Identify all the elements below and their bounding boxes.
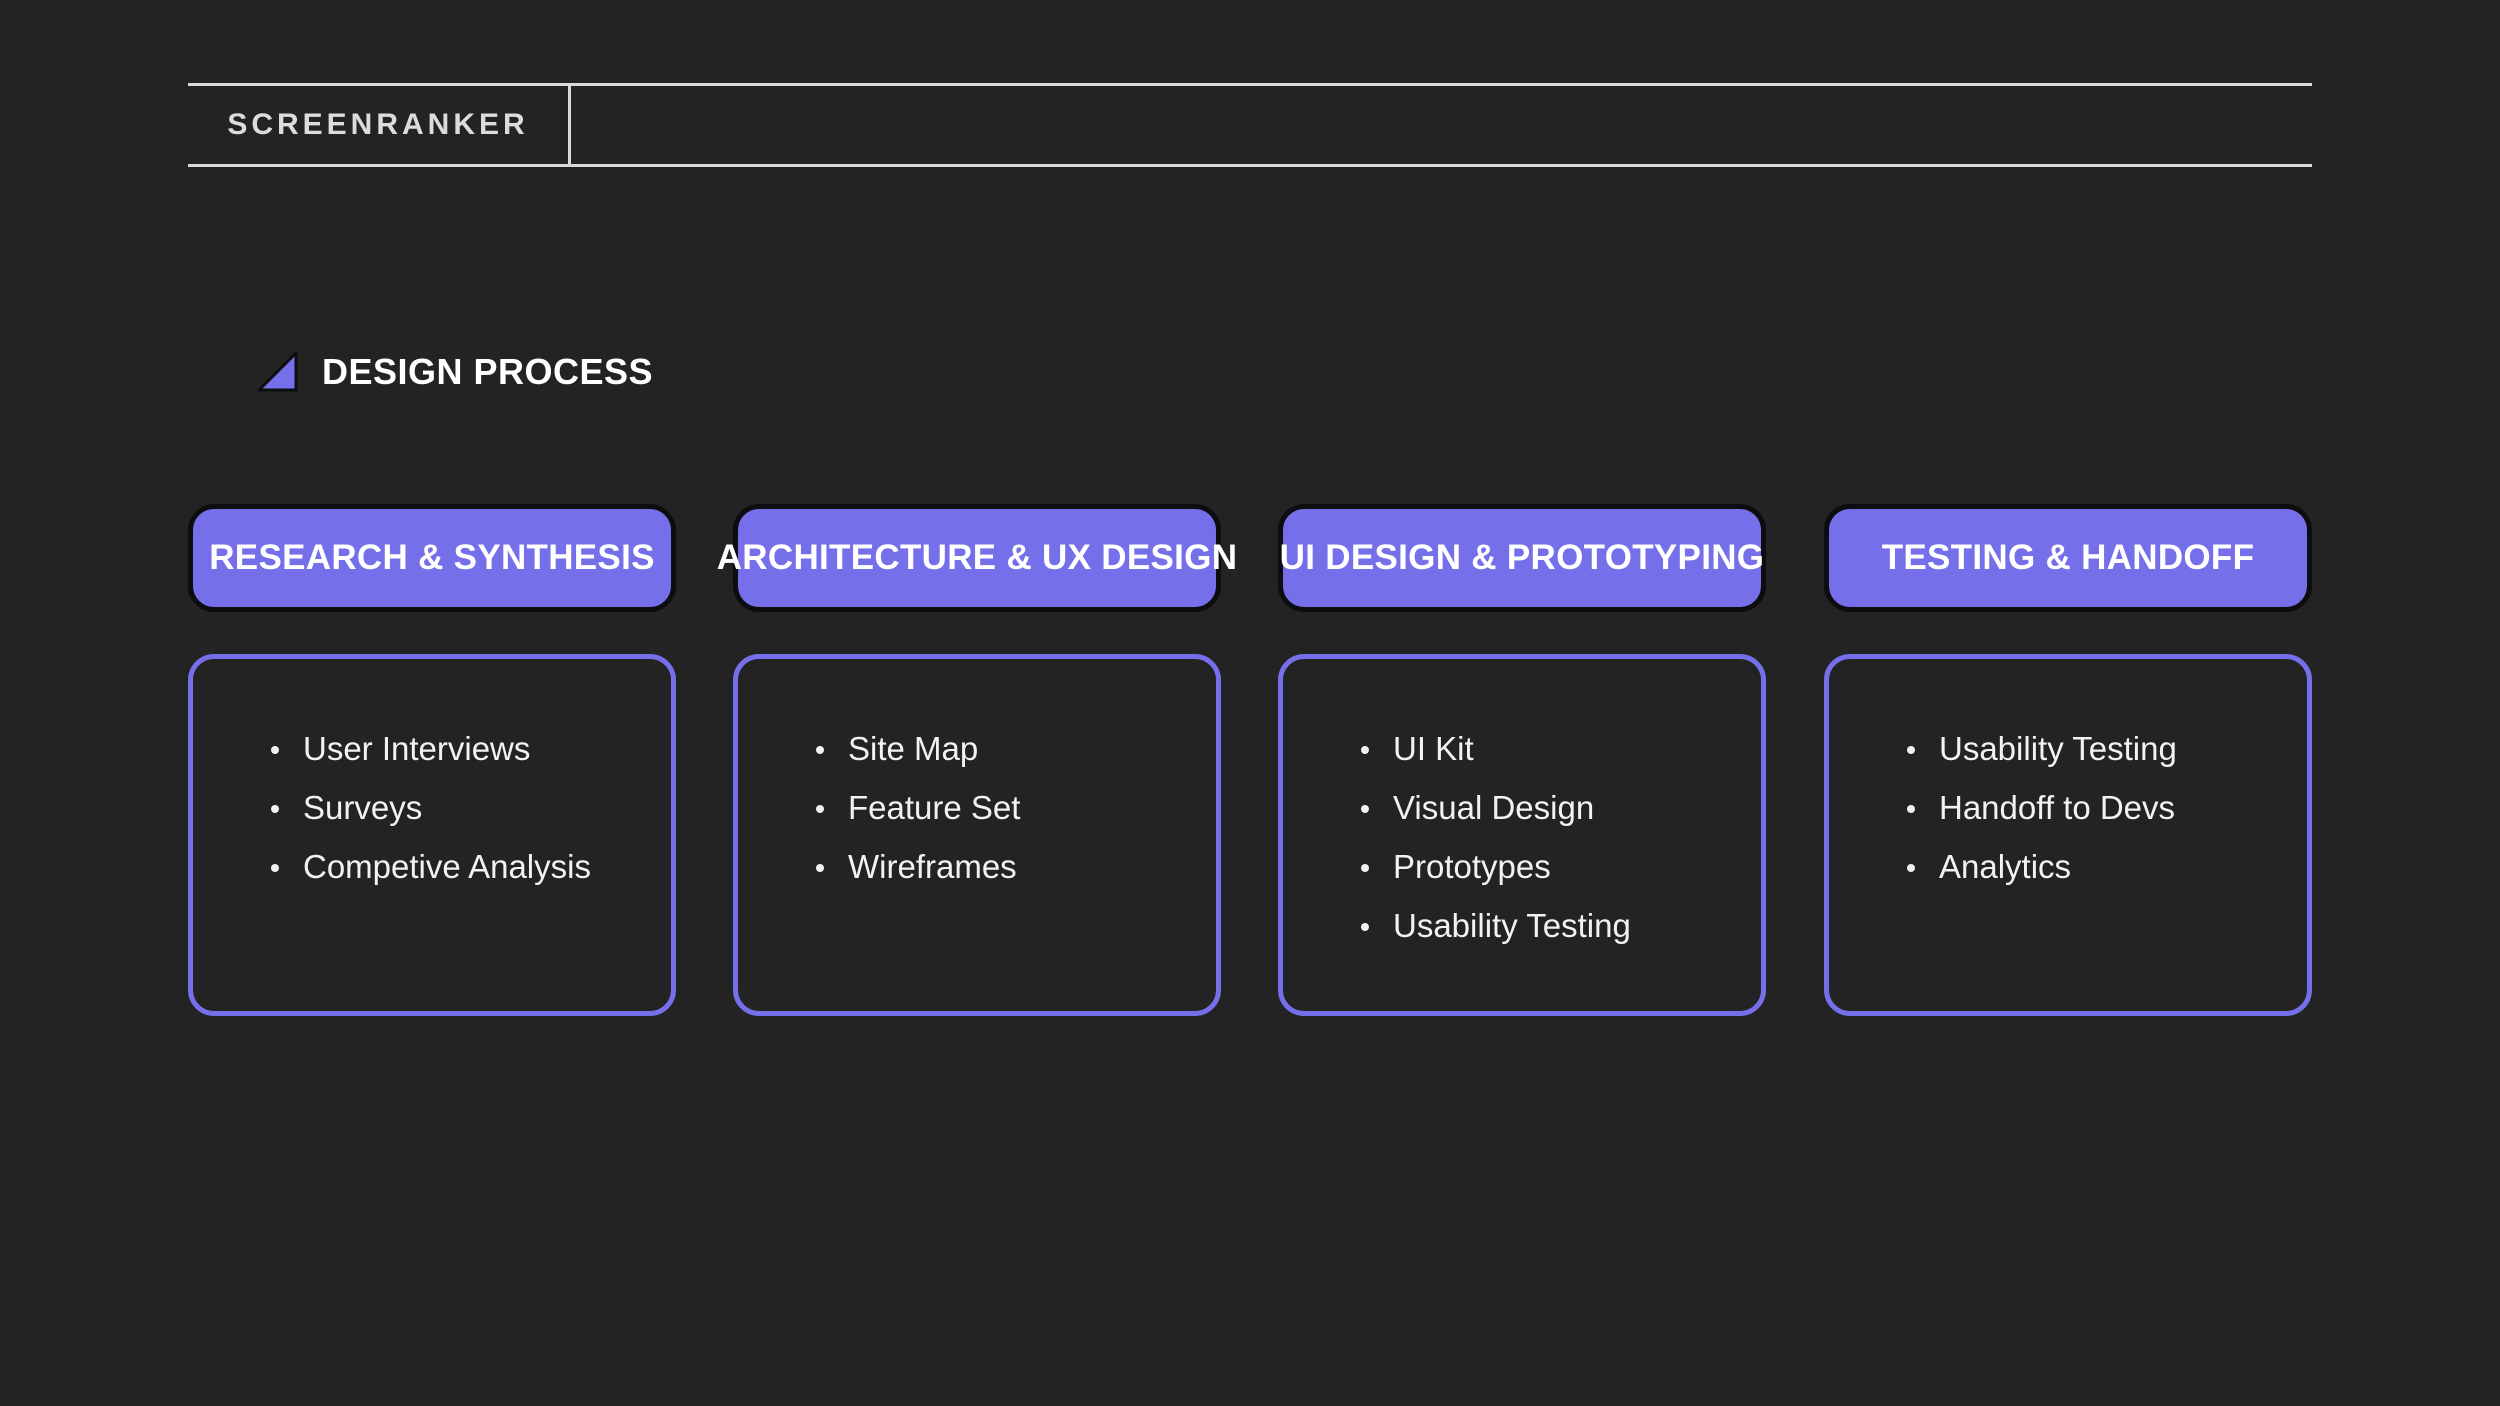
phase-box-testing: Usability Testing Handoff to Devs Analyt… [1824, 654, 2312, 1016]
phase-header-testing: TESTING & HANDOFF [1824, 504, 2312, 612]
list-item: Competive Analysis [271, 837, 671, 896]
list-item: Prototypes [1361, 837, 1761, 896]
phase-list-research: User Interviews Surveys Competive Analys… [271, 719, 671, 896]
list-item: User Interviews [271, 719, 671, 778]
list-item: Analytics [1907, 837, 2307, 896]
phase-header-architecture: ARCHITECTURE & UX DESIGN [717, 504, 1237, 612]
phase-column-research: RESEARCH & SYNTHESIS User Interviews Sur… [188, 504, 676, 1016]
list-item: Usability Testing [1361, 896, 1761, 955]
section-heading: DESIGN PROCESS [256, 348, 653, 396]
list-item: Usability Testing [1907, 719, 2307, 778]
phase-box-research: User Interviews Surveys Competive Analys… [188, 654, 676, 1016]
phase-column-architecture: ARCHITECTURE & UX DESIGN Site Map Featur… [717, 504, 1237, 1016]
phase-list-ui-design: UI Kit Visual Design Prototypes Usabilit… [1361, 719, 1761, 955]
brand-name: SCREENRANKER [227, 108, 529, 141]
phase-list-architecture: Site Map Feature Set Wireframes [816, 719, 1216, 896]
list-item: Handoff to Devs [1907, 778, 2307, 837]
list-item: Surveys [271, 778, 671, 837]
header-bar: SCREENRANKER [188, 83, 2312, 167]
triangle-icon [257, 351, 298, 392]
phase-list-testing: Usability Testing Handoff to Devs Analyt… [1907, 719, 2307, 896]
phase-box-architecture: Site Map Feature Set Wireframes [733, 654, 1221, 1016]
list-item: UI Kit [1361, 719, 1761, 778]
list-item: Feature Set [816, 778, 1216, 837]
phase-column-testing: TESTING & HANDOFF Usability Testing Hand… [1824, 504, 2312, 1016]
phase-header-ui-design: UI DESIGN & PROTOTYPING [1278, 504, 1766, 612]
list-item: Visual Design [1361, 778, 1761, 837]
list-item: Wireframes [816, 837, 1216, 896]
phase-box-ui-design: UI Kit Visual Design Prototypes Usabilit… [1278, 654, 1766, 1016]
phase-header-research: RESEARCH & SYNTHESIS [188, 504, 676, 612]
phase-column-ui-design: UI DESIGN & PROTOTYPING UI Kit Visual De… [1278, 504, 1766, 1016]
header-divider [568, 86, 571, 164]
list-item: Site Map [816, 719, 1216, 778]
section-title: DESIGN PROCESS [322, 351, 654, 392]
